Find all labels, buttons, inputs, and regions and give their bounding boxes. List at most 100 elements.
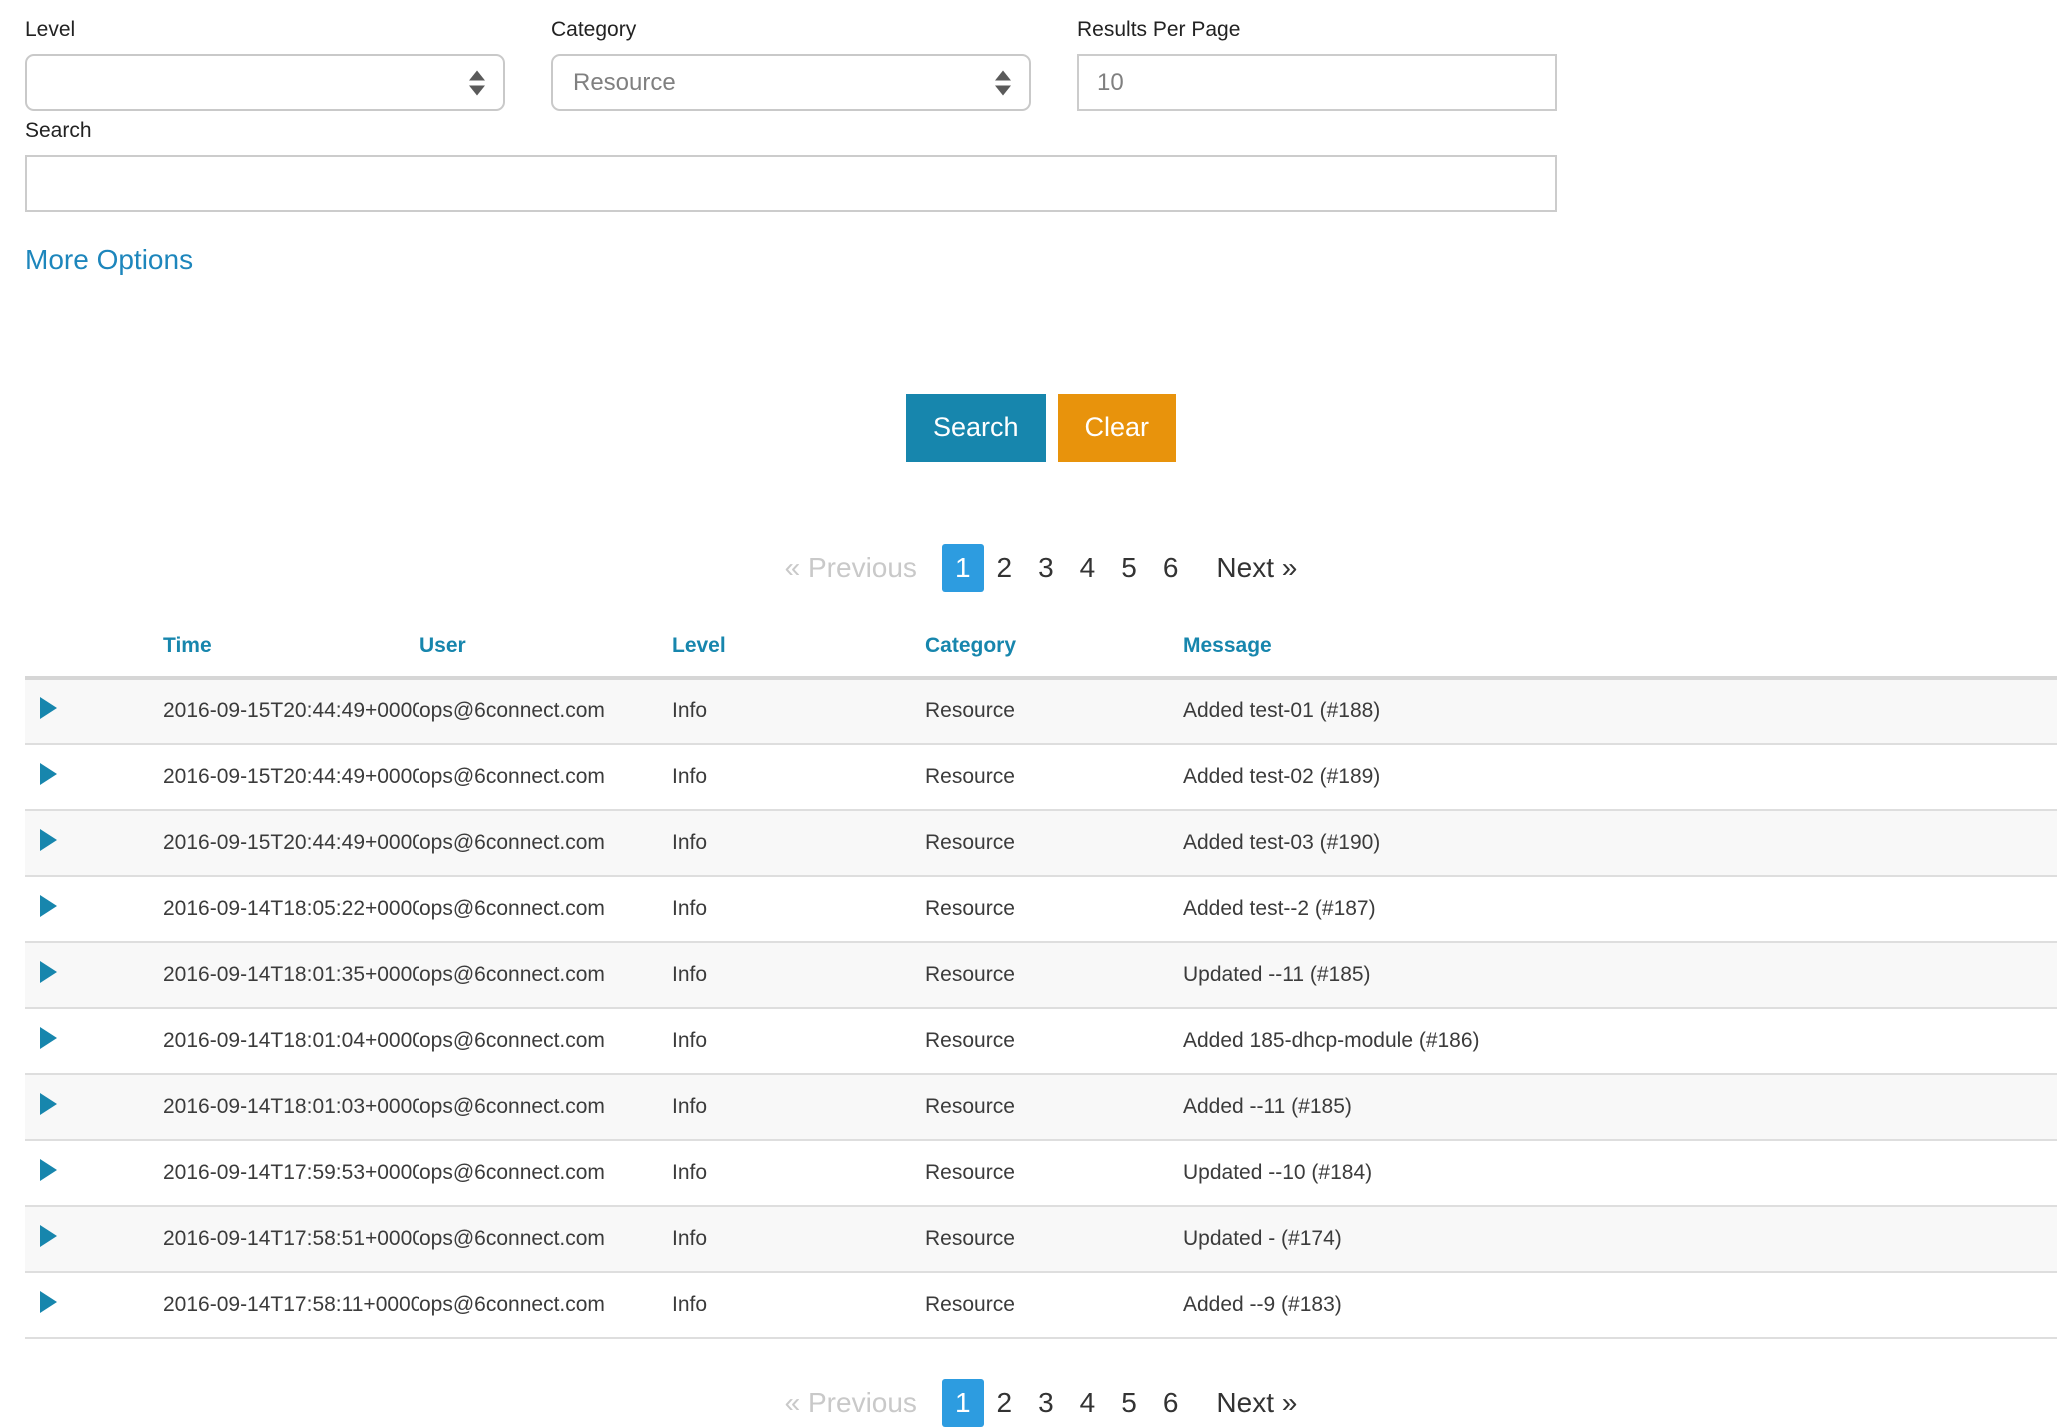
pagination-previous[interactable]: « Previous (772, 544, 930, 592)
cell-user: ops@6connect.com (419, 876, 672, 942)
column-header-message[interactable]: Message (1183, 620, 2057, 678)
cell-expand (25, 744, 163, 810)
cell-time: 2016-09-14T18:05:22+0000 (163, 876, 419, 942)
cell-message: Updated - (#174) (1183, 1206, 2057, 1272)
cell-level: Info (672, 876, 925, 942)
cell-category: Resource (925, 1008, 1183, 1074)
log-table-body: 2016-09-15T20:44:49+0000 ops@6connect.co… (25, 678, 2057, 1338)
expand-arrow-icon[interactable] (40, 895, 57, 917)
cell-level: Info (672, 744, 925, 810)
expand-arrow-icon[interactable] (40, 829, 57, 851)
search-button[interactable]: Search (906, 394, 1046, 462)
table-row: 2016-09-14T18:01:04+0000 ops@6connect.co… (25, 1008, 2057, 1074)
cell-time: 2016-09-14T18:01:35+0000 (163, 942, 419, 1008)
cell-level: Info (672, 1140, 925, 1206)
cell-category: Resource (925, 942, 1183, 1008)
cell-time: 2016-09-14T18:01:03+0000 (163, 1074, 419, 1140)
pagination-page-1[interactable]: 1 (942, 544, 984, 592)
cell-time: 2016-09-14T17:59:53+0000 (163, 1140, 419, 1206)
column-header-time[interactable]: Time (163, 620, 419, 678)
pagination-page-5[interactable]: 5 (1108, 1379, 1150, 1427)
expand-arrow-icon[interactable] (40, 1093, 57, 1115)
select-arrows-icon (995, 70, 1011, 95)
cell-message: Updated --11 (#185) (1183, 942, 2057, 1008)
search-input[interactable] (25, 155, 1557, 212)
column-header-user[interactable]: User (419, 620, 672, 678)
cell-user: ops@6connect.com (419, 1206, 672, 1272)
cell-level: Info (672, 678, 925, 744)
pagination-page-4[interactable]: 4 (1067, 544, 1109, 592)
expand-arrow-icon[interactable] (40, 1159, 57, 1181)
pagination-page-2[interactable]: 2 (984, 1379, 1026, 1427)
cell-message: Added --9 (#183) (1183, 1272, 2057, 1338)
pagination-page-6[interactable]: 6 (1150, 544, 1192, 592)
more-options-link[interactable]: More Options (25, 244, 193, 276)
column-header-category[interactable]: Category (925, 620, 1183, 678)
cell-user: ops@6connect.com (419, 1008, 672, 1074)
pagination-page-1[interactable]: 1 (942, 1379, 984, 1427)
results-per-page-filter: Results Per Page (1077, 18, 1557, 111)
table-row: 2016-09-15T20:44:49+0000 ops@6connect.co… (25, 810, 2057, 876)
cell-category: Resource (925, 678, 1183, 744)
table-row: 2016-09-14T18:05:22+0000 ops@6connect.co… (25, 876, 2057, 942)
cell-expand (25, 810, 163, 876)
level-select[interactable] (25, 54, 505, 111)
expand-arrow-icon[interactable] (40, 961, 57, 983)
cell-message: Updated --10 (#184) (1183, 1140, 2057, 1206)
pagination-page-3[interactable]: 3 (1025, 1379, 1067, 1427)
cell-expand (25, 678, 163, 744)
level-label: Level (25, 18, 505, 42)
expand-arrow-icon[interactable] (40, 697, 57, 719)
pagination-page-6[interactable]: 6 (1150, 1379, 1192, 1427)
pagination-page-4[interactable]: 4 (1067, 1379, 1109, 1427)
expand-arrow-icon[interactable] (40, 763, 57, 785)
cell-expand (25, 1008, 163, 1074)
clear-button[interactable]: Clear (1058, 394, 1177, 462)
pagination-page-5[interactable]: 5 (1108, 544, 1150, 592)
table-row: 2016-09-15T20:44:49+0000 ops@6connect.co… (25, 678, 2057, 744)
column-header-level[interactable]: Level (672, 620, 925, 678)
cell-message: Added --11 (#185) (1183, 1074, 2057, 1140)
expand-arrow-icon[interactable] (40, 1291, 57, 1313)
expand-arrow-icon[interactable] (40, 1225, 57, 1247)
category-filter: Category Resource (551, 18, 1031, 111)
pagination-next[interactable]: Next » (1203, 544, 1310, 592)
category-select[interactable]: Resource (551, 54, 1031, 111)
cell-category: Resource (925, 1272, 1183, 1338)
log-search-page: Level Category Resource Results Per Page… (0, 0, 2072, 1427)
search-filter: Search (25, 119, 1557, 212)
pagination-page-2[interactable]: 2 (984, 544, 1026, 592)
expand-arrow-icon[interactable] (40, 1027, 57, 1049)
search-label: Search (25, 119, 1557, 143)
pagination-next[interactable]: Next » (1203, 1379, 1310, 1427)
pagination-top: « Previous123456Next » (25, 544, 2057, 592)
pagination-previous[interactable]: « Previous (772, 1379, 930, 1427)
category-select-value: Resource (573, 69, 676, 97)
column-header-expand (25, 620, 163, 678)
table-row: 2016-09-15T20:44:49+0000 ops@6connect.co… (25, 744, 2057, 810)
pagination-page-3[interactable]: 3 (1025, 544, 1067, 592)
cell-category: Resource (925, 810, 1183, 876)
cell-time: 2016-09-15T20:44:49+0000 (163, 744, 419, 810)
cell-user: ops@6connect.com (419, 810, 672, 876)
table-row: 2016-09-14T17:58:51+0000 ops@6connect.co… (25, 1206, 2057, 1272)
cell-user: ops@6connect.com (419, 744, 672, 810)
select-arrows-icon (469, 70, 485, 95)
cell-expand (25, 1074, 163, 1140)
table-row: 2016-09-14T18:01:35+0000 ops@6connect.co… (25, 942, 2057, 1008)
cell-user: ops@6connect.com (419, 942, 672, 1008)
cell-category: Resource (925, 744, 1183, 810)
results-per-page-input[interactable] (1077, 54, 1557, 111)
cell-message: Added test--2 (#187) (1183, 876, 2057, 942)
table-header-row: Time User Level Category Message (25, 620, 2057, 678)
cell-level: Info (672, 942, 925, 1008)
table-row: 2016-09-14T18:01:03+0000 ops@6connect.co… (25, 1074, 2057, 1140)
category-label: Category (551, 18, 1031, 42)
cell-message: Added test-03 (#190) (1183, 810, 2057, 876)
cell-expand (25, 1272, 163, 1338)
cell-time: 2016-09-14T17:58:51+0000 (163, 1206, 419, 1272)
cell-expand (25, 1140, 163, 1206)
cell-user: ops@6connect.com (419, 1140, 672, 1206)
cell-time: 2016-09-15T20:44:49+0000 (163, 678, 419, 744)
pagination-bottom: « Previous123456Next » (25, 1379, 2057, 1427)
